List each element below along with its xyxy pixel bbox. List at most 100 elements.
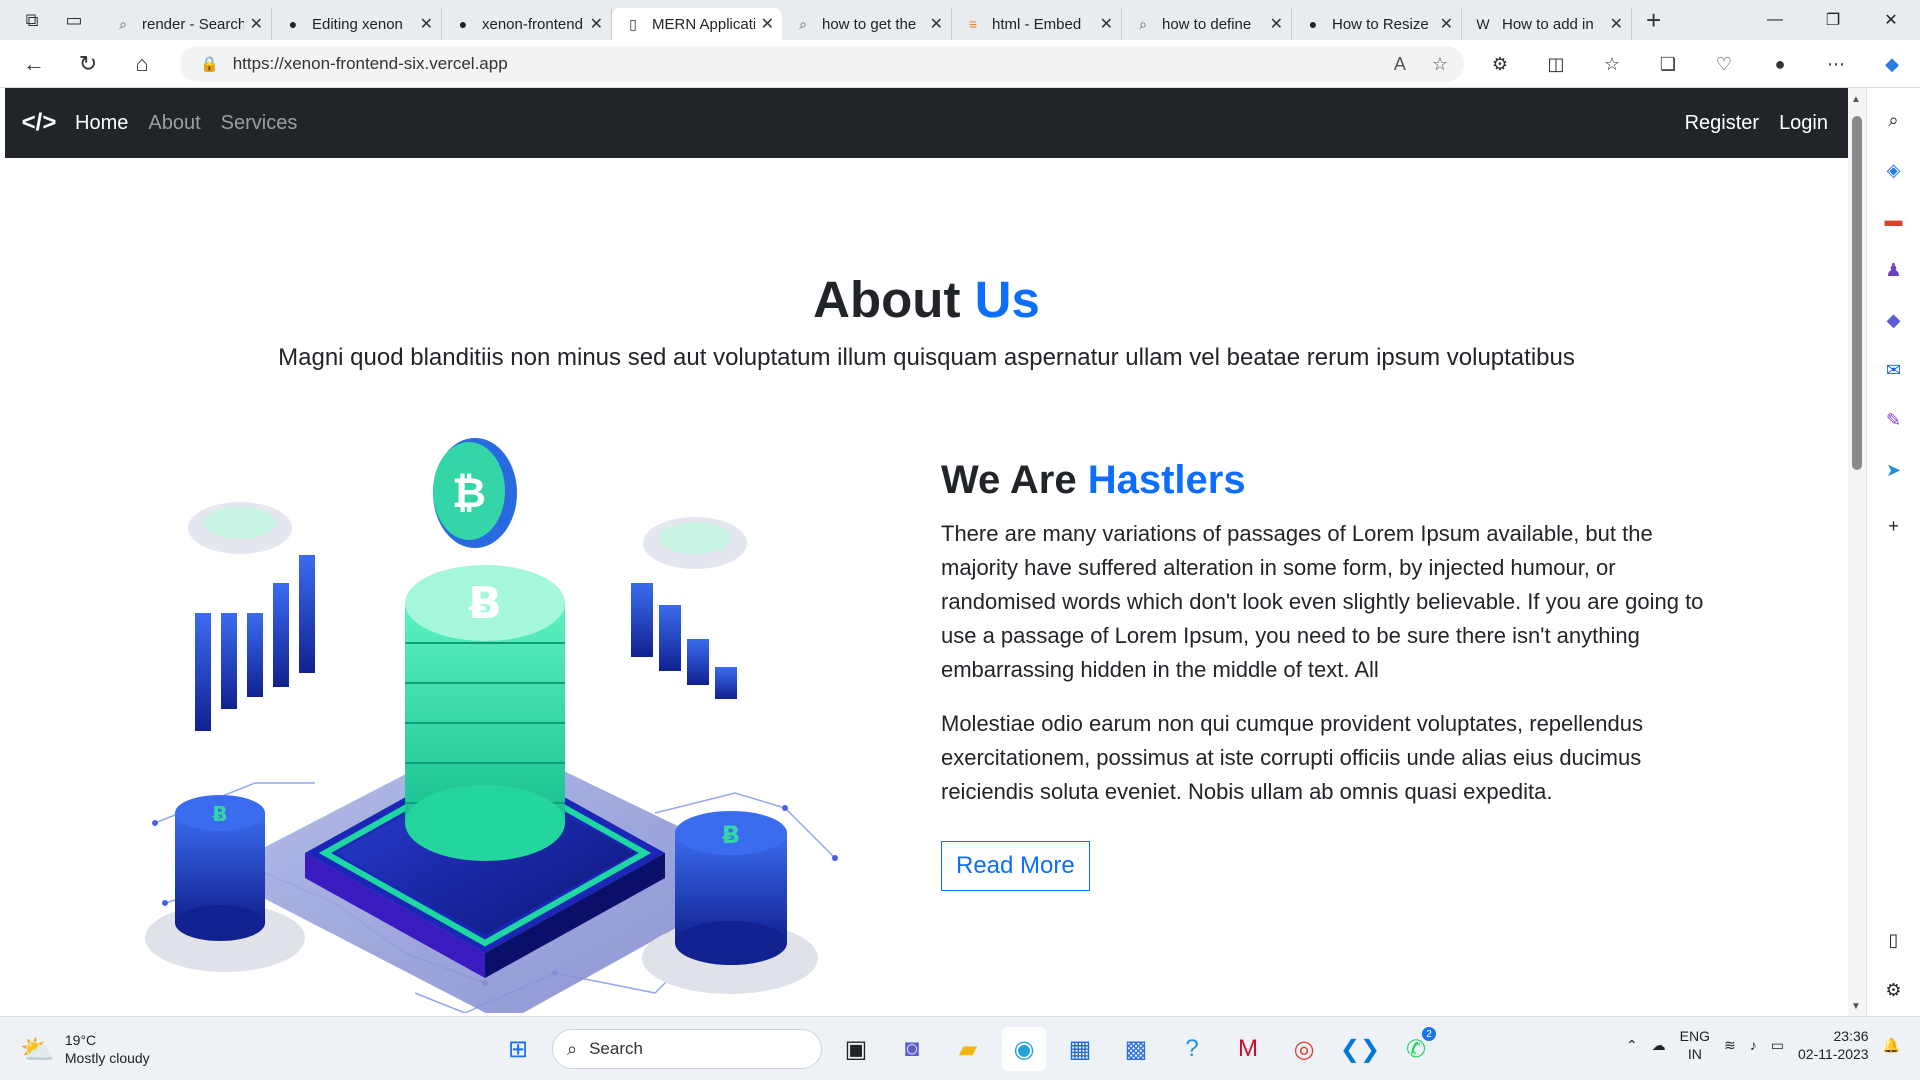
chrome-icon[interactable]: ◎ [1282, 1027, 1326, 1071]
tab-close-icon[interactable]: ✕ [1610, 14, 1623, 34]
tab-title: html - Embed [992, 15, 1082, 33]
nav-register-link[interactable]: Register [1685, 112, 1759, 135]
tab-close-icon[interactable]: ✕ [250, 14, 263, 34]
tab-actions-icon[interactable]: ▭ [60, 6, 88, 34]
new-tab-button[interactable]: + [1646, 5, 1661, 36]
scroll-up-icon[interactable]: ▲ [1851, 94, 1861, 105]
browser-tab[interactable]: ● How to Resize ✕ [1292, 8, 1462, 40]
weather-widget[interactable]: ⛅ 19°C Mostly cloudy [20, 1031, 150, 1067]
browser-tab[interactable]: ● Editing xenon ✕ [272, 8, 442, 40]
url-field[interactable]: 🔒 https://xenon-frontend-six.vercel.app … [180, 46, 1464, 82]
scrollbar-thumb[interactable] [1852, 116, 1862, 470]
copilot-icon[interactable]: ◆ [1872, 44, 1912, 84]
tab-close-icon[interactable]: ✕ [1440, 14, 1453, 34]
browser-tab[interactable]: ⌕ how to get the ✕ [782, 8, 952, 40]
whatsapp-icon[interactable]: ✆ 2 [1394, 1027, 1438, 1071]
taskbar-search[interactable]: ⌕ Search [552, 1029, 822, 1069]
workspaces-icon[interactable]: ⧉ [18, 6, 46, 34]
webpage-viewport: </> Home About Services Register Login A… [5, 88, 1848, 1016]
about-heading-accent: Us [974, 271, 1040, 328]
back-button[interactable]: ← [14, 44, 54, 84]
nav-services-link[interactable]: Services [221, 112, 298, 135]
about-heading: About Us [5, 270, 1848, 329]
nav-login-link[interactable]: Login [1779, 112, 1828, 135]
task-view-icon[interactable]: ▣ [834, 1027, 878, 1071]
scroll-down-icon[interactable]: ▼ [1851, 1001, 1861, 1012]
sidebar-hide-icon[interactable]: ▯ [1876, 922, 1912, 958]
clock-date: 02-11-2023 [1797, 1046, 1869, 1062]
onedrive-icon[interactable]: ☁ [1652, 1037, 1666, 1054]
stackoverflow-icon: ≡ [968, 16, 978, 32]
restore-button[interactable]: ❐ [1804, 0, 1862, 40]
sidebar-send-icon[interactable]: ➤ [1876, 452, 1912, 488]
sidebar-settings-icon[interactable]: ⚙ [1876, 972, 1912, 1008]
read-aloud-icon[interactable]: A [1394, 54, 1406, 75]
tab-close-icon[interactable]: ✕ [420, 14, 433, 34]
browser-tab[interactable]: ▯ MERN Application ✕ [612, 8, 782, 40]
profile-icon[interactable]: ● [1760, 44, 1800, 84]
sidebar-tools-icon[interactable]: ▬ [1876, 202, 1912, 238]
tab-title: Editing xenon [312, 15, 403, 33]
clock[interactable]: 23:36 02-11-2023 [1798, 1027, 1869, 1063]
extensions-icon[interactable]: ⚙ [1480, 44, 1520, 84]
windows-start-icon[interactable]: ⊞ [496, 1027, 540, 1071]
home-button[interactable]: ⌂ [122, 44, 162, 84]
about-heading-main: About [813, 271, 961, 328]
page-icon: ▯ [629, 15, 637, 32]
tab-close-icon[interactable]: ✕ [761, 14, 774, 34]
sidebar-copilot-icon[interactable]: ◆ [1876, 302, 1912, 338]
battery-icon[interactable]: ▭ [1771, 1037, 1784, 1054]
help-icon[interactable]: ? [1170, 1027, 1214, 1071]
tray-overflow-icon[interactable]: ⌃ [1626, 1037, 1638, 1054]
read-more-button[interactable]: Read More [941, 841, 1090, 891]
nav-about-link[interactable]: About [148, 112, 200, 135]
notifications-icon[interactable]: 🔔 [1883, 1037, 1900, 1054]
language-indicator[interactable]: ENG IN [1680, 1027, 1710, 1063]
tab-close-icon[interactable]: ✕ [590, 14, 603, 34]
hastlers-heading-accent: Hastlers [1087, 458, 1246, 502]
microsoft-store-icon[interactable]: ▦ [1058, 1027, 1102, 1071]
sidebar-designer-icon[interactable]: ✎ [1876, 402, 1912, 438]
browser-tab[interactable]: ⌕ render - Search ✕ [102, 8, 272, 40]
edge-browser-icon[interactable]: ◉ [1002, 1027, 1046, 1071]
favorites-icon[interactable]: ☆ [1592, 44, 1632, 84]
browser-tab[interactable]: ⌕ how to define ✕ [1122, 8, 1292, 40]
close-window-button[interactable]: ✕ [1862, 0, 1920, 40]
file-explorer-icon[interactable]: ▰ [946, 1027, 990, 1071]
brand-logo-icon[interactable]: </> [19, 103, 59, 143]
svg-text:₿: ₿ [452, 468, 486, 517]
volume-icon[interactable]: ♪ [1750, 1037, 1757, 1053]
split-screen-icon[interactable]: ◫ [1536, 44, 1576, 84]
more-options-icon[interactable]: ⋯ [1816, 44, 1856, 84]
browser-tab[interactable]: ≡ html - Embed ✕ [952, 8, 1122, 40]
wifi-icon[interactable]: ≋ [1724, 1037, 1736, 1054]
lock-icon[interactable]: 🔒 [200, 55, 219, 73]
tab-title: How to add in [1502, 15, 1594, 33]
browser-tab[interactable]: ● xenon-frontend ✕ [442, 8, 612, 40]
sidebar-search-icon[interactable]: ⌕ [1876, 102, 1912, 138]
svg-text:Ƀ: Ƀ [468, 578, 502, 629]
sidebar-shopping-icon[interactable]: ◈ [1876, 152, 1912, 188]
lang-line-2: IN [1687, 1046, 1702, 1062]
refresh-button[interactable]: ↻ [68, 44, 108, 84]
performance-icon[interactable]: ♡ [1704, 44, 1744, 84]
nav-home-link[interactable]: Home [75, 112, 128, 135]
minimize-button[interactable]: — [1746, 0, 1804, 40]
vscode-icon[interactable]: ❮❯ [1338, 1027, 1382, 1071]
teams-chat-icon[interactable]: ◙ [890, 1027, 934, 1071]
browser-tab[interactable]: W How to add in ✕ [1462, 8, 1632, 40]
favorite-star-icon[interactable]: ☆ [1432, 54, 1448, 75]
tab-close-icon[interactable]: ✕ [930, 14, 943, 34]
tab-close-icon[interactable]: ✕ [1100, 14, 1113, 34]
sidebar-add-icon[interactable]: + [1876, 508, 1912, 544]
tab-title: how to define [1162, 15, 1252, 33]
myasus-icon[interactable]: ▩ [1114, 1027, 1158, 1071]
sidebar-games-icon[interactable]: ♟ [1876, 252, 1912, 288]
github-icon: ● [288, 16, 298, 32]
page-scrollbar[interactable]: ▲ ▼ [1848, 88, 1866, 1016]
tab-title: How to Resize [1332, 15, 1429, 33]
collections-icon[interactable]: ❏ [1648, 44, 1688, 84]
sidebar-outlook-icon[interactable]: ✉ [1876, 352, 1912, 388]
mcafee-icon[interactable]: M [1226, 1027, 1270, 1071]
tab-close-icon[interactable]: ✕ [1270, 14, 1283, 34]
